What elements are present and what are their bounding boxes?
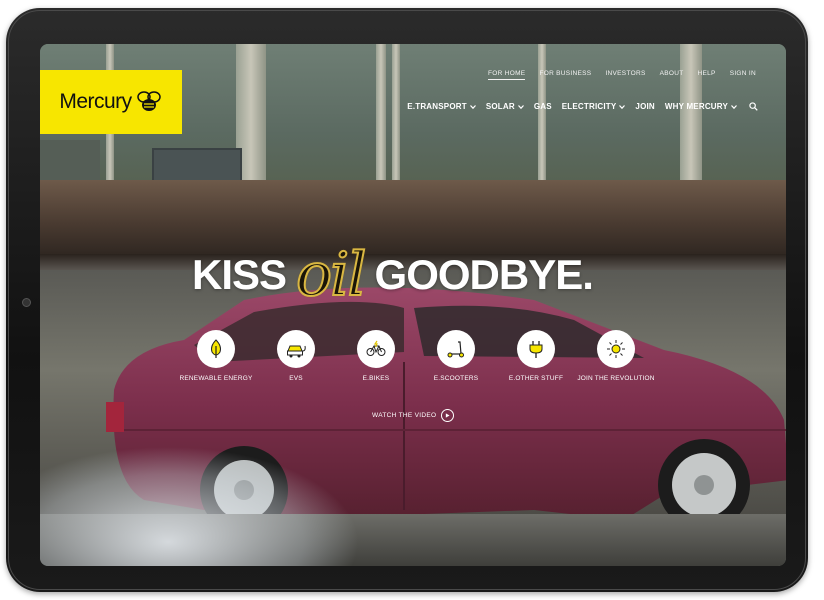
category-e-bikes[interactable]: E.BIKES [336,330,416,382]
tree-icon [211,339,221,358]
mercury-logo[interactable]: Mercury [40,70,182,134]
main-nav: E.TRANSPORT SOLAR GAS ELECTRICITY JOIN W… [407,102,758,111]
scooter-icon [447,341,464,358]
watch-video-label: WATCH THE VIDEO [372,412,437,419]
category-label: EVS [289,375,303,382]
top-nav-investors[interactable]: INVESTORS [605,70,645,80]
tablet-frame: Mercury FOR HOME FOR BUSINESS INVESTORS … [6,8,808,592]
main-nav-label: ELECTRICITY [561,102,617,111]
category-label: E.OTHER STUFF [508,375,564,382]
top-nav-for-home[interactable]: FOR HOME [488,70,526,80]
top-nav-for-business[interactable]: FOR BUSINESS [539,70,591,80]
chevron-down-icon [731,104,737,109]
category-label: RENEWABLE ENERGY [179,375,253,382]
main-nav-why-mercury[interactable]: WHY MERCURY [665,102,737,111]
top-nav-help[interactable]: HELP [698,70,716,80]
main-nav-label: WHY MERCURY [664,102,728,111]
main-nav-label: E.TRANSPORT [407,102,467,111]
category-icons: RENEWABLE ENERGY EVS E.BIKES E.SCOOTERS … [176,330,716,382]
water-splash [40,446,360,566]
main-nav-label: JOIN [635,102,655,111]
category-evs[interactable]: EVS [256,330,336,382]
chevron-down-icon [469,104,476,109]
chevron-down-icon [619,104,626,109]
category-e-scooters[interactable]: E.SCOOTERS [416,330,496,382]
car-plug-icon [287,345,306,358]
main-nav-label: GAS [533,102,552,111]
category-e-other-stuff[interactable]: E.OTHER STUFF [496,330,576,382]
play-icon [441,409,455,422]
main-nav-electricity[interactable]: ELECTRICITY [562,102,626,111]
sun-icon [607,340,625,358]
main-nav-join[interactable]: JOIN [635,102,654,111]
top-nav-sign-in[interactable]: SIGN IN [730,70,756,80]
headline-goodbye: GOODBYE. [374,251,594,298]
category-renewable-energy[interactable]: RENEWABLE ENERGY [176,330,256,382]
top-nav-about[interactable]: ABOUT [660,70,684,80]
website-screen: Mercury FOR HOME FOR BUSINESS INVESTORS … [40,44,786,566]
category-label: E.SCOOTERS [433,375,479,382]
headline-kiss: KISS [192,251,287,298]
category-label: JOIN THE REVOLUTION [577,375,655,382]
watch-video-link[interactable]: WATCH THE VIDEO [372,409,455,422]
top-nav: FOR HOME FOR BUSINESS INVESTORS ABOUT HE… [488,70,756,80]
chevron-down-icon [517,104,524,109]
search-icon[interactable] [749,102,758,111]
bee-icon [136,91,161,111]
main-nav-label: SOLAR [485,102,515,111]
hero-headline: KISS oil GOODBYE. [192,239,594,311]
category-join-the-revolution[interactable]: JOIN THE REVOLUTION [576,330,656,382]
bike-icon [366,340,386,356]
plug-icon [529,341,543,358]
main-nav-gas[interactable]: GAS [534,102,552,111]
camera [22,298,31,307]
headline-oil-script: oil [295,239,367,311]
main-nav-solar[interactable]: SOLAR [486,102,524,111]
category-label: E.BIKES [362,375,390,382]
logo-text: Mercury [59,90,132,113]
main-nav-e-transport[interactable]: E.TRANSPORT [407,102,476,111]
